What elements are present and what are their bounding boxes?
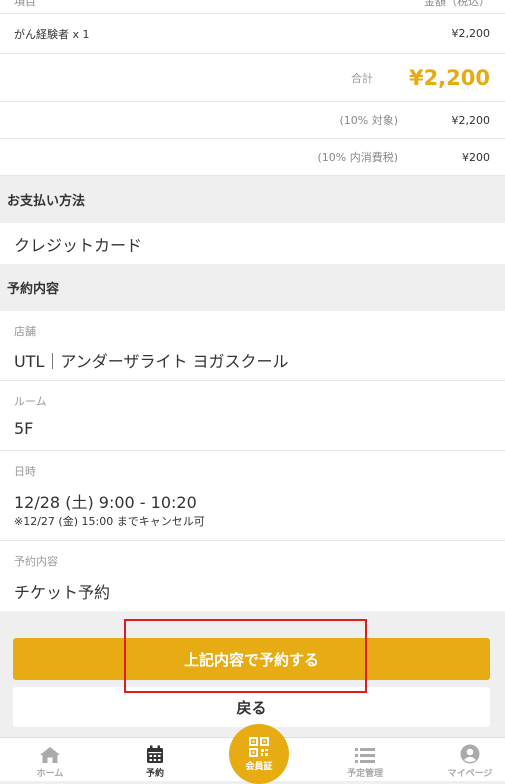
tab-schedule-label: 予定管理 xyxy=(346,769,383,779)
price-line-item: がん経験者 x 1 ¥2,200 xyxy=(0,14,505,54)
confirm-reservation-button[interactable]: 上記内容で予約する xyxy=(13,638,490,680)
cancel-deadline-note: ※12/27 (金) 15:00 までキャンセル可 xyxy=(14,515,205,528)
member-card-button[interactable]: 会員証 xyxy=(229,724,289,784)
user-circle-icon xyxy=(460,744,480,764)
header-item-label: 項目 xyxy=(14,0,36,8)
taxable-label: (10% 対象) xyxy=(339,114,398,127)
tab-mypage[interactable]: マイページ xyxy=(430,738,505,782)
reservation-confirm-screen: 項目 金額（税込） がん経験者 x 1 ¥2,200 合計 ¥2,200 (10… xyxy=(0,0,505,737)
content-value: チケット予約 xyxy=(14,583,111,602)
line-item-amount: ¥2,200 xyxy=(451,27,491,40)
tab-mypage-label: マイページ xyxy=(447,769,493,779)
datetime-field: 日時 12/28 (土) 9:00 - 10:20 ※12/27 (金) 15:… xyxy=(0,451,505,541)
datetime-label: 日時 xyxy=(14,465,36,478)
tax-row: (10% 内消費税) ¥200 xyxy=(0,139,505,176)
taxable-amount: ¥2,200 xyxy=(451,113,491,127)
datetime-value: 12/28 (土) 9:00 - 10:20 xyxy=(14,493,197,512)
tax-label: (10% 内消費税) xyxy=(317,151,398,164)
content-field: 予約内容 チケット予約 xyxy=(0,541,505,611)
member-card-label: 会員証 xyxy=(245,761,273,772)
store-value: UTL｜アンダーザライト ヨガスクール xyxy=(14,352,289,371)
tab-home[interactable]: ホーム xyxy=(10,738,90,782)
price-table-header: 項目 金額（税込） xyxy=(0,0,505,14)
total-amount: ¥2,200 xyxy=(408,65,490,90)
header-amount-label: 金額（税込） xyxy=(424,0,490,8)
price-total-row: 合計 ¥2,200 xyxy=(0,54,505,102)
back-button[interactable]: 戻る xyxy=(13,687,490,727)
line-item-label: がん経験者 x 1 xyxy=(14,27,90,41)
payment-method-value: クレジットカード xyxy=(0,223,505,264)
calendar-icon xyxy=(147,745,163,763)
content-label: 予約内容 xyxy=(14,555,58,568)
home-icon xyxy=(40,747,60,763)
action-area: 上記内容で予約する 戻る xyxy=(0,620,505,737)
store-field: 店舗 UTL｜アンダーザライト ヨガスクール xyxy=(0,311,505,381)
tab-home-label: ホーム xyxy=(36,769,64,779)
reservation-section-title: 予約内容 xyxy=(0,264,505,311)
total-label: 合計 xyxy=(350,71,373,85)
tab-schedule[interactable]: 予定管理 xyxy=(325,738,405,782)
room-label: ルーム xyxy=(14,395,47,408)
taxable-row: (10% 対象) ¥2,200 xyxy=(0,102,505,139)
store-label: 店舗 xyxy=(14,325,36,338)
room-value: 5F xyxy=(14,419,34,438)
payment-section-title: お支払い方法 xyxy=(0,176,505,223)
tab-reserve[interactable]: 予約 xyxy=(115,738,195,782)
qr-code-icon xyxy=(249,736,269,757)
tab-reserve-label: 予約 xyxy=(145,769,164,779)
tax-amount: ¥200 xyxy=(462,150,490,164)
room-field: ルーム 5F xyxy=(0,381,505,451)
list-icon xyxy=(355,748,375,763)
